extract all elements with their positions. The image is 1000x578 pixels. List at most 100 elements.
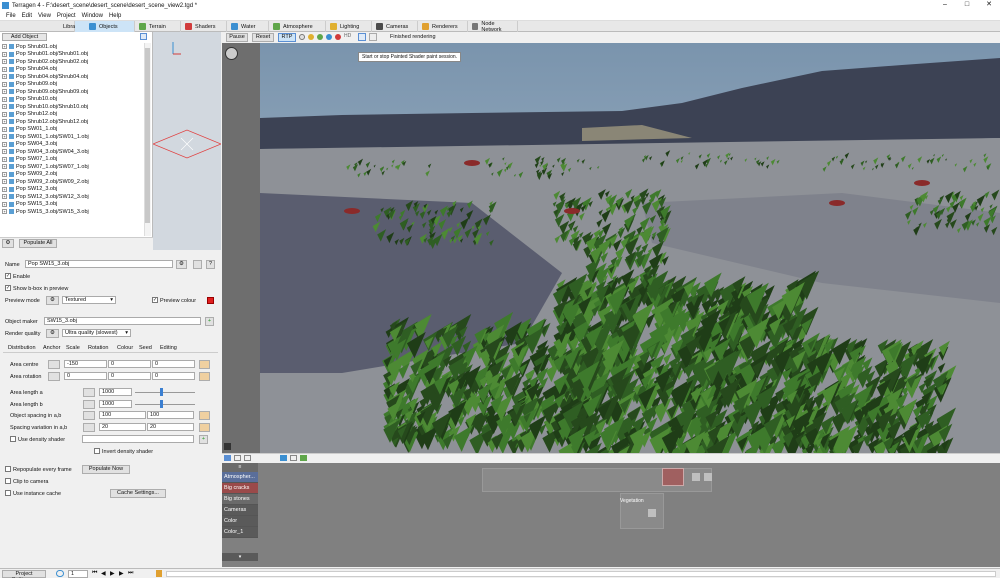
preview-colour-checkbox[interactable]: ✓ xyxy=(152,297,158,303)
graph-node[interactable] xyxy=(648,509,656,517)
paint-shader-icon[interactable] xyxy=(358,33,366,41)
expand-icon[interactable]: + xyxy=(2,186,7,192)
expand-icon[interactable]: + xyxy=(2,51,7,57)
area-length-b-icon[interactable] xyxy=(83,400,95,409)
compass-icon[interactable] xyxy=(225,47,238,60)
expand-icon[interactable]: + xyxy=(2,141,7,147)
density-shader-input[interactable] xyxy=(82,435,194,443)
expand-icon[interactable]: + xyxy=(2,171,7,177)
expand-icon[interactable]: + xyxy=(2,179,7,185)
play-icon[interactable]: ▶ xyxy=(110,570,115,577)
graph-list-scroll-down[interactable]: ▾ xyxy=(222,553,258,561)
objects-list-scroll-thumb[interactable] xyxy=(145,48,150,223)
preview-mode-icon[interactable]: ⚙ xyxy=(46,296,59,305)
subtab-colour[interactable]: Colour xyxy=(117,345,133,351)
next-frame-icon[interactable]: ▶ xyxy=(119,570,124,577)
viewport-corner-icon[interactable] xyxy=(224,443,231,450)
list-item[interactable]: + Pop SW01_1.obj xyxy=(2,126,143,134)
populate-now-button[interactable]: Populate Now xyxy=(82,465,130,474)
use-instance-cache-checkbox[interactable] xyxy=(5,490,11,496)
name-options-button[interactable]: ⚙ xyxy=(176,260,187,269)
timeline-marker-icon[interactable] xyxy=(156,570,162,577)
render-viewport[interactable] xyxy=(222,43,1000,453)
area-length-a-slider-thumb[interactable] xyxy=(160,388,163,396)
cache-settings-button[interactable]: Cache Settings... xyxy=(110,489,166,498)
repopulate-checkbox[interactable] xyxy=(5,466,11,472)
graph-list-item[interactable]: Cameras xyxy=(222,505,258,516)
subtab-distribution[interactable]: Distribution xyxy=(8,345,36,351)
expand-icon[interactable]: + xyxy=(2,74,7,80)
list-item[interactable]: + Pop SW09_2.obj xyxy=(2,171,143,179)
list-item[interactable]: + Pop Shrub04.obj/Shrub04.obj xyxy=(2,73,143,81)
expand-icon[interactable]: + xyxy=(2,66,7,72)
area-centre-y[interactable]: 0 xyxy=(108,360,151,368)
name-link-button[interactable] xyxy=(193,260,202,269)
area-centre-x[interactable]: -150 xyxy=(64,360,107,368)
show-bbox-checkbox[interactable]: ✓ xyxy=(5,285,11,291)
spacing-variation-options[interactable] xyxy=(199,423,210,432)
project-settings-button[interactable]: Project Settings... xyxy=(2,570,46,578)
list-item[interactable]: + Pop Shrub04.obj xyxy=(2,66,143,74)
menu-window[interactable]: Window xyxy=(82,13,103,19)
expand-icon[interactable]: + xyxy=(2,164,7,170)
area-centre-icon[interactable] xyxy=(48,360,60,369)
tab-shaders[interactable]: Shaders xyxy=(181,21,227,32)
area-centre-z[interactable]: 0 xyxy=(152,360,195,368)
prev-frame-icon[interactable]: ◀ xyxy=(101,570,106,577)
object-maker-add-button[interactable]: + xyxy=(205,317,214,326)
last-frame-icon[interactable]: ⏭ xyxy=(128,570,133,577)
expand-icon[interactable]: + xyxy=(2,111,7,117)
expand-icon[interactable]: + xyxy=(2,126,7,132)
subtab-anchor[interactable]: Anchor xyxy=(43,345,60,351)
use-density-shader-checkbox[interactable] xyxy=(10,436,16,442)
minimize-icon[interactable]: – xyxy=(934,0,956,11)
subtab-rotation[interactable]: Rotation xyxy=(88,345,109,351)
density-shader-add-button[interactable]: + xyxy=(199,435,208,444)
list-item[interactable]: + Pop SW04_3.obj xyxy=(2,141,143,149)
list-item[interactable]: + Pop SW15_3.obj xyxy=(2,201,143,209)
graph-node[interactable] xyxy=(704,473,712,481)
spacing-variation-b[interactable]: 20 xyxy=(147,423,194,431)
area-length-a-slider[interactable] xyxy=(135,392,195,393)
graph-node[interactable] xyxy=(692,473,700,481)
graph-list-header[interactable]: ≡ xyxy=(222,463,258,472)
name-input[interactable]: Pop SW15_3.obj xyxy=(25,260,173,268)
area-rotation-x[interactable]: 0 xyxy=(64,372,107,380)
objects-mode-icon[interactable] xyxy=(335,34,341,40)
object-spacing-a[interactable]: 100 xyxy=(99,411,146,419)
panel-pin-icon[interactable] xyxy=(140,33,147,40)
populate-all-button[interactable]: Populate All xyxy=(19,239,57,248)
preview-map[interactable] xyxy=(151,32,223,250)
area-rotation-icon[interactable] xyxy=(48,372,60,381)
object-spacing-b[interactable]: 100 xyxy=(147,411,194,419)
camera-icon-3[interactable] xyxy=(300,455,307,461)
lock-icon[interactable] xyxy=(244,455,251,461)
close-icon[interactable]: ✕ xyxy=(978,0,1000,11)
terrain-mode-icon[interactable] xyxy=(326,34,332,40)
timeline-icon[interactable] xyxy=(56,570,64,577)
tab-water[interactable]: Water xyxy=(227,21,269,32)
expand-icon[interactable]: + xyxy=(2,96,7,102)
list-item[interactable]: + Pop Shrub09.obj xyxy=(2,81,143,89)
list-item[interactable]: + Pop Shrub02.obj/Shrub02.obj xyxy=(2,58,143,66)
list-item[interactable]: + Pop SW12_3.obj xyxy=(2,186,143,194)
reset-button[interactable]: Reset xyxy=(252,33,274,42)
expand-icon[interactable]: + xyxy=(2,134,7,140)
area-length-a-input[interactable]: 1000 xyxy=(99,388,132,396)
options-button[interactable]: ⚙ xyxy=(2,239,14,248)
grid-icon[interactable] xyxy=(234,455,241,461)
area-rotation-z[interactable]: 0 xyxy=(152,372,195,380)
camera-icon-2[interactable] xyxy=(290,455,297,461)
list-item[interactable]: + Pop SW01_1.obj/SW01_1.obj xyxy=(2,133,143,141)
frame-input[interactable]: 1 xyxy=(68,570,88,578)
preview-colour-swatch[interactable] xyxy=(207,297,214,304)
graph-list-item[interactable]: Atmospher... xyxy=(222,472,258,483)
graph-list-item[interactable]: Color xyxy=(222,516,258,527)
menu-edit[interactable]: Edit xyxy=(22,13,32,19)
list-item[interactable]: + Pop SW07_1.obj/SW07_1.obj xyxy=(2,163,143,171)
list-item[interactable]: + Pop Shrub01.obj/Shrub01.obj xyxy=(2,51,143,59)
rtp-button[interactable]: RTP xyxy=(278,33,296,42)
pause-button[interactable]: Pause xyxy=(226,33,248,42)
object-maker-input[interactable]: SW15_3.obj xyxy=(44,317,201,325)
tab-objects[interactable]: Objects xyxy=(75,21,135,32)
